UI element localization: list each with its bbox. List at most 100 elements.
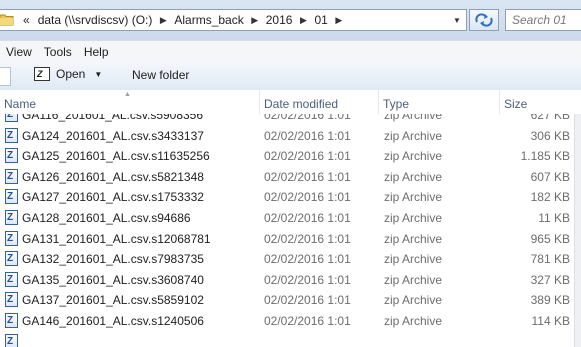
breadcrumb-01[interactable]: 01 <box>310 13 331 27</box>
organize-button-edge[interactable] <box>0 67 11 86</box>
file-type: zip Archive <box>384 210 443 225</box>
zip-archive-icon: Z <box>5 230 18 246</box>
file-name: GA116_201601_AL.csv.s5908356 <box>22 114 204 122</box>
open-label: Open <box>56 67 86 81</box>
sort-ascending-icon: ▲ <box>124 91 131 98</box>
file-size: 114 KB <box>531 313 570 328</box>
zip-archive-icon: Z <box>5 148 18 164</box>
zip-archive-icon: Z <box>5 292 18 308</box>
file-date: 02/02/2016 1:01 <box>264 252 351 267</box>
address-bar-row: « data (\\srvdiscsv) (O:) ▶ Alarms_back … <box>0 0 581 40</box>
breadcrumb-2016[interactable]: 2016 <box>262 13 297 27</box>
open-button[interactable]: Z Open ▼ <box>34 67 102 81</box>
chevron-right-icon[interactable]: ▶ <box>332 15 346 26</box>
file-date: 02/02/2016 1:01 <box>264 272 351 287</box>
file-name: GA125_201601_AL.csv.s11635256 <box>22 149 210 164</box>
file-date: 02/02/2016 1:01 <box>264 190 351 205</box>
table-row[interactable]: Z GA124_201601_AL.csv.s3433137 02/02/201… <box>0 126 581 147</box>
zip-archive-icon: Z <box>5 127 18 143</box>
command-bar: Z Open ▼ New folder <box>0 61 581 91</box>
file-size: 965 KB <box>530 231 570 246</box>
menu-tools[interactable]: Tools <box>38 45 78 59</box>
breadcrumb-overflow[interactable]: « <box>19 13 34 27</box>
zip-archive-icon: Z <box>5 168 18 184</box>
zip-archive-icon: Z <box>5 271 18 287</box>
file-date: 02/02/2016 1:01 <box>264 128 351 143</box>
column-header-size[interactable]: Size <box>500 90 581 114</box>
address-bar[interactable]: « data (\\srvdiscsv) (O:) ▶ Alarms_back … <box>0 9 467 31</box>
file-name: GA135_201601_AL.csv.s3608740 <box>22 272 204 287</box>
file-name: GA124_201601_AL.csv.s3433137 <box>22 128 204 143</box>
column-header-type[interactable]: Type <box>379 90 500 114</box>
table-row[interactable]: Z GA128_201601_AL.csv.s94686 02/02/2016 … <box>0 208 581 229</box>
file-size: 327 KB <box>530 272 570 287</box>
file-date: 02/02/2016 1:01 <box>264 210 351 225</box>
table-row[interactable]: Z GA137_201601_AL.csv.s5859102 02/02/201… <box>0 290 581 311</box>
breadcrumb: « data (\\srvdiscsv) (O:) ▶ Alarms_back … <box>19 10 346 30</box>
chevron-down-icon[interactable]: ▼ <box>94 70 102 79</box>
file-size: 389 KB <box>530 293 570 308</box>
file-size: 182 KB <box>530 190 570 205</box>
file-type: zip Archive <box>384 313 443 328</box>
column-headers: Name ▲ Date modified Type Size <box>0 90 581 114</box>
chevron-right-icon[interactable]: ▶ <box>296 15 310 26</box>
file-date: 02/02/2016 1:01 <box>264 169 351 184</box>
table-row[interactable]: Z GA135_201601_AL.csv.s3608740 02/02/201… <box>0 270 581 291</box>
file-date: 02/02/2016 1:01 <box>264 293 351 308</box>
folder-icon <box>0 14 14 26</box>
vertical-scrollbar[interactable] <box>574 114 581 347</box>
file-type: zip Archive <box>384 293 443 308</box>
file-size: 11 KB <box>538 210 570 225</box>
table-row[interactable]: Z GA116_201601_AL.csv.s5908356 02/02/201… <box>0 114 581 126</box>
file-type: zip Archive <box>384 190 443 205</box>
table-row[interactable]: Z <box>0 332 581 347</box>
file-type: zip Archive <box>384 128 443 143</box>
file-type: zip Archive <box>384 252 443 267</box>
table-row[interactable]: Z GA127_201601_AL.csv.s1753332 02/02/201… <box>0 187 581 208</box>
file-size: 627 KB <box>530 114 570 122</box>
file-size: 607 KB <box>530 169 570 184</box>
file-date: 02/02/2016 1:01 <box>264 231 351 246</box>
refresh-icon <box>475 13 493 27</box>
file-date: 02/02/2016 1:01 <box>264 149 351 164</box>
file-type: zip Archive <box>384 169 443 184</box>
file-type: zip Archive <box>384 114 443 122</box>
column-header-date[interactable]: Date modified <box>260 90 379 114</box>
file-size: 781 KB <box>530 252 570 267</box>
zip-archive-icon: Z <box>5 114 18 122</box>
table-row[interactable]: Z GA146_201601_AL.csv.s1240506 02/02/201… <box>0 311 581 332</box>
file-name: GA128_201601_AL.csv.s94686 <box>22 210 191 225</box>
file-name: GA146_201601_AL.csv.s1240506 <box>22 313 204 328</box>
menu-bar: View Tools Help <box>0 40 581 62</box>
table-row[interactable]: Z GA125_201601_AL.csv.s11635256 02/02/20… <box>0 146 581 167</box>
chevron-right-icon[interactable]: ▶ <box>248 15 262 26</box>
menu-help[interactable]: Help <box>78 45 115 59</box>
table-row[interactable]: Z GA131_201601_AL.csv.s12068781 02/02/20… <box>0 229 581 250</box>
menu-view[interactable]: View <box>0 45 38 59</box>
file-type: zip Archive <box>384 149 443 164</box>
file-size: 306 KB <box>530 128 570 143</box>
file-list: Z GA116_201601_AL.csv.s5908356 02/02/201… <box>0 114 581 347</box>
address-dropdown-icon[interactable]: ▼ <box>448 10 466 30</box>
file-name: GA137_201601_AL.csv.s5859102 <box>22 293 204 308</box>
refresh-button[interactable] <box>469 9 499 31</box>
file-date: 02/02/2016 1:01 <box>264 114 351 122</box>
zip-archive-icon: Z <box>5 251 18 267</box>
zip-archive-icon: Z <box>5 333 18 347</box>
chevron-right-icon[interactable]: ▶ <box>156 15 170 26</box>
file-name: GA127_201601_AL.csv.s1753332 <box>22 190 204 205</box>
breadcrumb-alarms-back[interactable]: Alarms_back <box>170 13 247 27</box>
file-type: zip Archive <box>384 272 443 287</box>
table-row[interactable]: Z GA126_201601_AL.csv.s5821348 02/02/201… <box>0 167 581 188</box>
search-input[interactable]: Search 01 <box>505 9 581 31</box>
file-type: zip Archive <box>384 231 443 246</box>
new-folder-button[interactable]: New folder <box>132 68 189 82</box>
file-name: GA126_201601_AL.csv.s5821348 <box>22 169 204 184</box>
zip-archive-icon: Z <box>5 209 18 225</box>
file-size: 1.185 KB <box>520 149 570 164</box>
zip-archive-icon: Z <box>5 189 18 205</box>
file-name: GA132_201601_AL.csv.s7983735 <box>22 252 204 267</box>
file-date: 02/02/2016 1:01 <box>264 313 351 328</box>
table-row[interactable]: Z GA132_201601_AL.csv.s7983735 02/02/201… <box>0 249 581 270</box>
breadcrumb-drive[interactable]: data (\\srvdiscsv) (O:) <box>34 13 157 27</box>
